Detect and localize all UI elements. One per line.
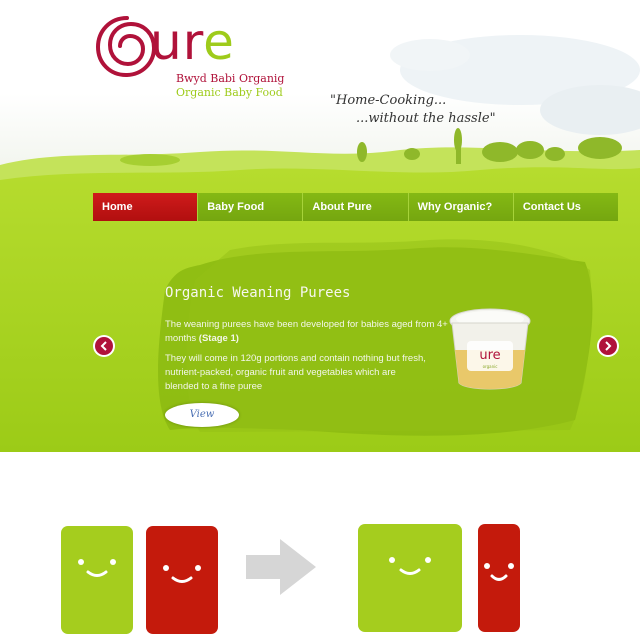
svg-text:ure: ure: [479, 348, 500, 363]
svg-text:organic: organic: [483, 364, 498, 369]
logo-letter-r: r: [182, 13, 204, 71]
logo-letter-e: e: [203, 13, 235, 71]
logo-wordmark: ure: [150, 12, 235, 72]
website-screenshot: ure Bwyd Babi Organig Organic Baby Food …: [0, 0, 640, 452]
tagline-line-1: "Home-Cooking...: [330, 93, 447, 108]
slide-stage-label: (Stage 1): [198, 333, 239, 344]
green-face-card-before: [61, 526, 133, 634]
logo-subtitle-english: Organic Baby Food: [176, 86, 283, 99]
logo-letter-u: u: [150, 13, 183, 71]
chevron-right-glyph: [605, 341, 612, 351]
slide-paragraph-1: The weaning purees have been developed f…: [165, 318, 465, 346]
chevron-left-glyph: [100, 341, 107, 351]
resize-diagram: [0, 452, 640, 634]
red-face-card-after: [478, 524, 520, 632]
arrow-right-icon: [246, 539, 316, 595]
tagline-line-2: ...without the hassle": [356, 111, 496, 126]
chevron-right-icon[interactable]: [599, 337, 617, 355]
view-button[interactable]: View: [165, 403, 239, 427]
slide-paragraph-2: They will come in 120g portions and cont…: [165, 353, 426, 392]
nav-item-why-organic[interactable]: Why Organic?: [408, 193, 514, 221]
slide-title: Organic Weaning Purees: [165, 285, 351, 301]
nav-item-contact-us[interactable]: Contact Us: [513, 193, 619, 221]
main-navigation: Home Baby Food About Pure Why Organic? C…: [93, 193, 619, 221]
red-face-card-before: [146, 526, 218, 634]
chevron-left-icon[interactable]: [95, 337, 113, 355]
nav-item-baby-food[interactable]: Baby Food: [198, 193, 304, 221]
logo-subtitle-welsh: Bwyd Babi Organig: [176, 72, 285, 85]
green-face-card-after: [358, 524, 462, 632]
baby-food-pot-image: ure organic: [449, 308, 531, 390]
nav-item-home[interactable]: Home: [93, 193, 199, 221]
nav-item-about-pure[interactable]: About Pure: [303, 193, 409, 221]
tagline: "Home-Cooking... ...without the hassle": [330, 92, 496, 128]
pure-logo[interactable]: ure Bwyd Babi Organig Organic Baby Food: [92, 10, 302, 100]
